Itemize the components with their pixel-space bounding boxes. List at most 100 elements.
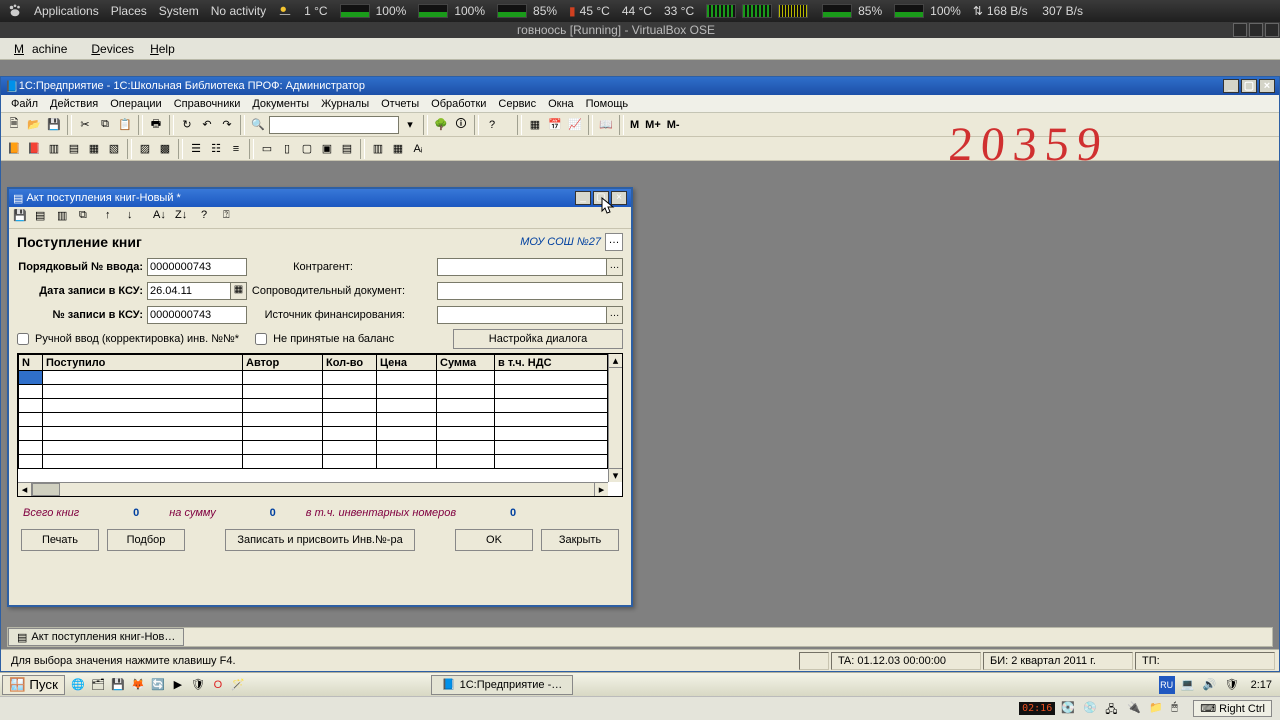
shield-icon[interactable]: 🛡 [189,676,207,694]
new-icon[interactable]: 🗎 [5,116,23,134]
open-icon[interactable]: 📂 [25,116,43,134]
vbox-window-titlebar[interactable]: говноось [Running] - VirtualBox OSE [0,22,1280,38]
col-qty[interactable]: Кол-во [323,355,377,371]
print-button[interactable]: Печать [21,529,99,551]
close-button[interactable]: Закрыть [541,529,619,551]
explorer-icon[interactable]: 🗂 [89,676,107,694]
onec-minimize-button[interactable]: _ [1223,79,1239,93]
doc-minimize-button[interactable]: _ [575,191,591,205]
find-icon[interactable]: 🔍 [249,116,267,134]
calc-icon[interactable]: ▦ [526,116,544,134]
find-combo[interactable] [269,116,399,134]
table-hscroll[interactable]: ◂▸ [18,482,608,496]
firefox-icon[interactable]: 🦊 [129,676,147,694]
menu-documents[interactable]: Документы [246,98,315,110]
print-icon[interactable]: 🖶 [147,116,165,134]
col-price[interactable]: Цена [377,355,437,371]
doc-whatsthis-icon[interactable]: ⍰ [223,209,241,227]
save-ql-icon[interactable]: 💾 [109,676,127,694]
memory-m[interactable]: M [628,119,641,131]
jrn6-icon[interactable]: ▧ [105,140,123,158]
tray-av-icon[interactable]: 🛡 [1223,676,1241,694]
onec-close-button[interactable]: × [1259,79,1275,93]
gnome-top-panel[interactable]: Applications Places System No activity 1… [0,0,1280,22]
table-row[interactable] [19,385,608,399]
jrn15-icon[interactable]: ▣ [318,140,336,158]
start-button[interactable]: 🪟 Пуск [2,675,65,695]
document-toolbar[interactable]: 💾 ▤ ▥ ⧉ ↑ ↓ A↓ Z↓ ? ⍰ [9,207,631,229]
doc-help-icon[interactable]: ? [201,209,219,227]
fin-input[interactable] [437,306,607,324]
jrn16-icon[interactable]: ▤ [338,140,356,158]
vbox-maximize-icon[interactable] [1249,23,1263,37]
chart-icon[interactable]: 📈 [566,116,584,134]
doc-t4-icon[interactable]: ⧉ [79,209,97,227]
mdi-tab[interactable]: ▤Акт поступления книг-Нов… [8,628,184,646]
vbox-menu-machine[interactable]: Machine [6,40,83,58]
jrn14-icon[interactable]: ▢ [298,140,316,158]
system-tray[interactable]: RU 💻 🔊 🛡 2:17 [1159,676,1278,694]
items-table[interactable]: N Поступило Автор Кол-во Цена Сумма в т.… [17,353,623,497]
find-next-icon[interactable]: ▾ [401,116,419,134]
tray-net-icon[interactable]: 💻 [1179,676,1197,694]
pick-button[interactable]: Подбор [107,529,185,551]
vbox-menu-devices[interactable]: Devices [83,40,142,58]
doc-sort-asc-icon[interactable]: A↓ [153,209,171,227]
onec-titlebar[interactable]: 📘 1С:Предприятие - 1С:Школьная Библиотек… [1,77,1279,95]
menu-journals[interactable]: Журналы [315,98,375,110]
paste-icon[interactable]: 📋 [116,116,134,134]
jrn18-icon[interactable]: ▦ [389,140,407,158]
refresh-icon[interactable]: ↻ [178,116,196,134]
apps-menu[interactable]: Applications [30,4,103,18]
document-titlebar[interactable]: ▤ Акт поступления книг-Новый * _ ▢ × [9,189,631,207]
col-vat[interactable]: в т.ч. НДС [495,355,608,371]
jrn8-icon[interactable]: ▩ [156,140,174,158]
date-picker-button[interactable]: ▦ [231,282,247,300]
redo-icon[interactable]: ↷ [218,116,236,134]
table-vscroll[interactable]: ▴▾ [608,354,622,482]
calendar-icon[interactable]: 📅 [546,116,564,134]
table-row[interactable] [19,427,608,441]
jrn11-icon[interactable]: ≡ [227,140,245,158]
table-row[interactable] [19,413,608,427]
jrn12-icon[interactable]: ▭ [258,140,276,158]
doc-down-icon[interactable]: ↓ [127,209,145,227]
play-icon[interactable]: ▶ [169,676,187,694]
menu-help[interactable]: Помощь [580,98,635,110]
opera-icon[interactable]: O [209,676,227,694]
cut-icon[interactable]: ✂ [76,116,94,134]
taskbar-task-1c[interactable]: 📘 1С:Предприятие -… [431,675,573,695]
doc-close-button[interactable]: × [611,191,627,205]
doc-maximize-button[interactable]: ▢ [593,191,609,205]
contragent-input[interactable] [437,258,607,276]
col-received[interactable]: Поступило [43,355,243,371]
fin-pick-button[interactable]: … [607,306,623,324]
jrn17-icon[interactable]: ▥ [369,140,387,158]
jrn19-icon[interactable]: Aᵢ [409,140,427,158]
memory-mminus[interactable]: M- [665,119,682,131]
vbox-minimize-icon[interactable] [1233,23,1247,37]
places-menu[interactable]: Places [107,4,151,18]
windows-taskbar[interactable]: 🪟 Пуск 🌐 🗂 💾 🦊 🔄 ▶ 🛡 O 🪄 📘 1С:Предприяти… [0,672,1280,696]
ksu-input[interactable] [147,306,247,324]
doc-save-icon[interactable]: 💾 [13,209,31,227]
date-input[interactable] [147,282,231,300]
table-row[interactable] [19,455,608,469]
lang-indicator[interactable]: RU [1159,676,1175,694]
check-notaccepted[interactable] [255,333,267,345]
ordno-input[interactable] [147,258,247,276]
help-icon[interactable]: ? [483,116,501,134]
onec-menubar[interactable]: Файл Действия Операции Справочники Докум… [1,95,1279,113]
jrn13-icon[interactable]: ▯ [278,140,296,158]
contragent-pick-button[interactable]: … [607,258,623,276]
vbox-menubar[interactable]: Machine Devices Help [0,38,1280,60]
doc-up-icon[interactable]: ↑ [105,209,123,227]
book-icon[interactable]: 📖 [597,116,615,134]
table-row[interactable] [19,399,608,413]
jrn1-icon[interactable]: 📙 [5,140,23,158]
memory-mplus[interactable]: M+ [643,119,663,131]
sync-icon[interactable]: 🔄 [149,676,167,694]
table-row[interactable] [19,441,608,455]
ok-button[interactable]: OK [455,529,533,551]
save-icon[interactable]: 💾 [45,116,63,134]
